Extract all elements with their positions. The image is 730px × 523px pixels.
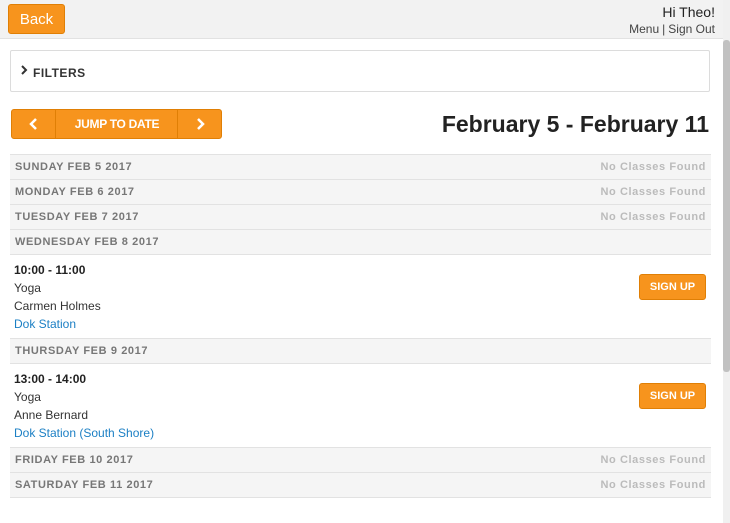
class-teacher: Anne Bernard (14, 408, 89, 422)
day-label: FRIDAY FEB 10 2017 (15, 454, 134, 466)
sign-up-button[interactable]: SIGN UP (639, 274, 706, 300)
filters-label: FILTERS (33, 66, 86, 80)
no-classes-text: No Classes Found (600, 186, 706, 198)
day-header: TUESDAY FEB 7 2017 No Classes Found (10, 204, 711, 229)
day-label: SATURDAY FEB 11 2017 (15, 479, 154, 491)
day-label: TUESDAY FEB 7 2017 (15, 211, 139, 223)
chevron-right-icon (196, 118, 205, 130)
day-label: SUNDAY FEB 5 2017 (15, 161, 133, 173)
no-classes-text: No Classes Found (600, 161, 706, 173)
week-title: February 5 - February 11 (441, 111, 709, 137)
day-header: THURSDAY FEB 9 2017 (10, 338, 711, 363)
previous-week-button[interactable] (12, 110, 56, 138)
day-header: SATURDAY FEB 11 2017 No Classes Found (10, 472, 711, 497)
user-links: Menu | Sign Out (629, 22, 715, 36)
class-location-link[interactable]: Dok Station (South Shore) (14, 426, 154, 440)
class-teacher: Carmen Holmes (14, 299, 101, 313)
class-time: 13:00 - 14:00 (14, 372, 87, 386)
menu-link[interactable]: Menu (629, 22, 659, 36)
chevron-left-icon (28, 118, 37, 130)
class-row: 10:00 - 11:00 Yoga Carmen Holmes Dok Sta… (10, 254, 711, 338)
jump-to-date-button[interactable]: JUMP TO DATE (56, 110, 178, 138)
class-time: 10:00 - 11:00 (14, 263, 86, 277)
class-name: Yoga (14, 281, 41, 295)
day-label: WEDNESDAY FEB 8 2017 (15, 236, 160, 248)
schedule-list: SUNDAY FEB 5 2017 No Classes Found MONDA… (10, 154, 711, 498)
day-header: MONDAY FEB 6 2017 No Classes Found (10, 179, 711, 204)
day-label: THURSDAY FEB 9 2017 (15, 345, 149, 357)
week-navigation: JUMP TO DATE (11, 109, 222, 139)
top-bar: Back Hi Theo! Menu | Sign Out (0, 0, 723, 39)
filters-panel[interactable]: FILTERS (10, 50, 710, 92)
no-classes-text: No Classes Found (600, 454, 706, 466)
day-header: SUNDAY FEB 5 2017 No Classes Found (10, 154, 711, 179)
scrollbar-thumb[interactable] (723, 40, 730, 372)
link-separator: | (662, 22, 666, 36)
day-header: WEDNESDAY FEB 8 2017 (10, 229, 711, 254)
next-week-button[interactable] (177, 110, 221, 138)
class-row: 13:00 - 14:00 Yoga Anne Bernard Dok Stat… (10, 363, 711, 447)
no-classes-text: No Classes Found (600, 479, 706, 491)
class-name: Yoga (14, 390, 41, 404)
chevron-right-icon (21, 65, 28, 78)
day-label: MONDAY FEB 6 2017 (15, 186, 135, 198)
list-divider (10, 497, 711, 498)
sign-up-button[interactable]: SIGN UP (639, 383, 706, 409)
user-greeting: Hi Theo! (662, 4, 715, 20)
sign-out-link[interactable]: Sign Out (668, 22, 715, 36)
page-scrollbar[interactable] (723, 0, 730, 523)
class-location-link[interactable]: Dok Station (14, 317, 76, 331)
day-header: FRIDAY FEB 10 2017 No Classes Found (10, 447, 711, 472)
no-classes-text: No Classes Found (600, 211, 706, 223)
back-button[interactable]: Back (8, 4, 65, 34)
